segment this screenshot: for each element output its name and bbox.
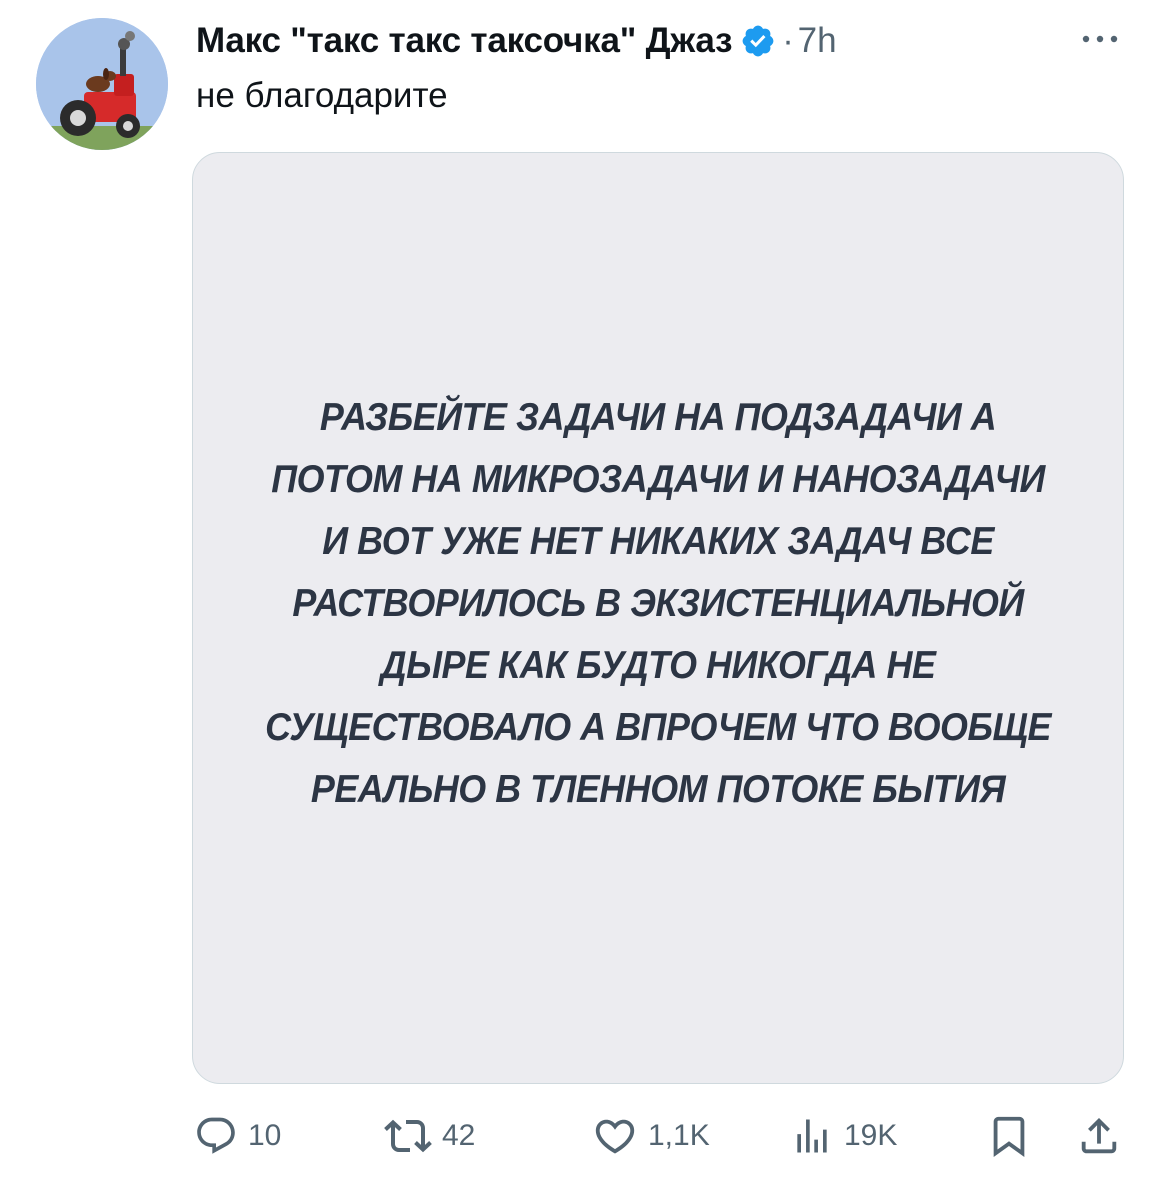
share-icon xyxy=(1081,1117,1117,1154)
repost-count: 42 xyxy=(442,1119,476,1152)
like-count: 1,1K xyxy=(648,1119,710,1152)
media-text-line: ПОТОМ НА МИКРОЗАДАЧИ И НАНОЗАДАЧИ xyxy=(271,458,1045,501)
avatar[interactable] xyxy=(36,18,168,150)
reply-count: 10 xyxy=(248,1119,282,1152)
views-icon xyxy=(797,1119,827,1153)
bookmark-icon xyxy=(993,1116,1025,1157)
verified-badge-icon[interactable] xyxy=(740,23,776,59)
tweet-action-bar: 10 42 1,1K 19K xyxy=(192,1108,1124,1164)
media-text-line: РАСТВОРИЛОСЬ В ЭКЗИСТЕНЦИАЛЬНОЙ xyxy=(292,582,1024,625)
views-button[interactable]: 19K xyxy=(790,1108,897,1164)
like-button[interactable]: 1,1K xyxy=(592,1108,710,1164)
dachshund-on-tractor-avatar xyxy=(36,18,168,150)
media-text-line: И ВОТ УЖЕ НЕТ НИКАКИХ ЗАДАЧ ВСЕ xyxy=(322,520,994,563)
media-text-block: РАЗБЕЙТЕ ЗАДАЧИ НА ПОДЗАДАЧИ А ПОТОМ НА … xyxy=(265,387,1051,821)
display-name[interactable]: Макс "такс такс таксочка" Джаз xyxy=(196,21,733,61)
bookmark-button[interactable] xyxy=(986,1108,1032,1164)
views-count: 19K xyxy=(844,1119,898,1152)
media-text-line: СУЩЕСТВОВАЛО А ВПРОЧЕМ ЧТО ВООБЩЕ xyxy=(265,706,1051,749)
separator-dot: · xyxy=(782,21,794,60)
more-options-icon[interactable] xyxy=(1076,24,1124,54)
timestamp[interactable]: 7h xyxy=(798,21,837,61)
reply-icon xyxy=(197,1117,235,1154)
reply-button[interactable]: 10 xyxy=(194,1108,281,1164)
media-text-line: РЕАЛЬНО В ТЛЕННОМ ПОТОКЕ БЫТИЯ xyxy=(310,768,1006,811)
media-text-line: ДЫРЕ КАК БУДТО НИКОГДА НЕ xyxy=(380,644,936,687)
share-button[interactable] xyxy=(1076,1108,1122,1164)
tweet-header: Макс "такс такс таксочка" Джаз · 7h xyxy=(196,16,1138,66)
repost-icon xyxy=(384,1119,432,1153)
tweet-media-image[interactable]: РАЗБЕЙТЕ ЗАДАЧИ НА ПОДЗАДАЧИ А ПОТОМ НА … xyxy=(192,152,1124,1084)
tweet-text: не благодарите xyxy=(196,76,448,115)
media-text-line: РАЗБЕЙТЕ ЗАДАЧИ НА ПОДЗАДАЧИ А xyxy=(319,396,997,439)
heart-icon xyxy=(595,1119,635,1154)
repost-button[interactable]: 42 xyxy=(384,1108,475,1164)
